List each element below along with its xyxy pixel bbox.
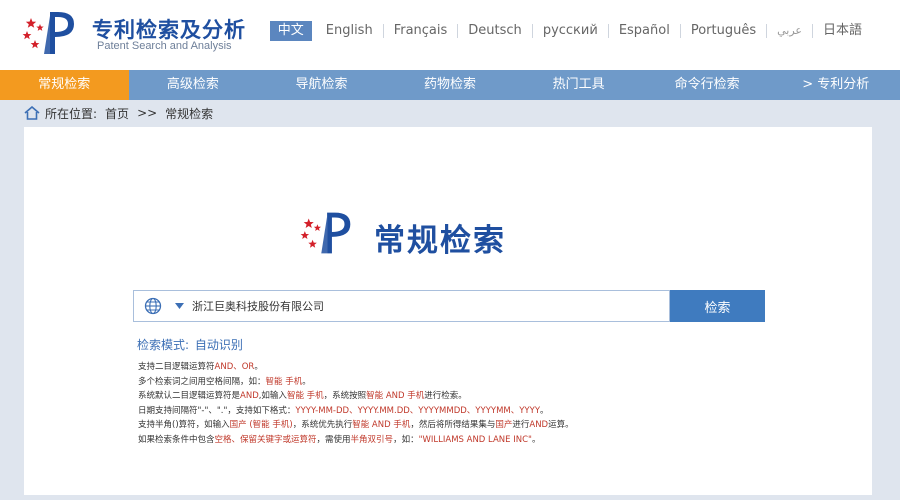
nav-popular-tools[interactable]: 热门工具 <box>514 70 643 100</box>
lang-fr[interactable]: Français <box>384 21 458 41</box>
globe-icon[interactable] <box>134 291 172 321</box>
lang-ru[interactable]: русский <box>533 21 608 41</box>
help-line: 系统默认二目逻辑运算符是AND,如输入智能 手机，系统按照智能 AND 手机进行… <box>138 391 467 401</box>
search-button[interactable]: 检索 <box>670 290 765 322</box>
logo-icon <box>300 212 351 254</box>
breadcrumb-prefix: 所在位置: <box>45 106 98 121</box>
lang-zh[interactable]: 中文 <box>269 21 312 41</box>
help-line: 支持二目逻辑运算符AND、OR。 <box>138 362 263 372</box>
breadcrumb-separator: >> <box>137 106 158 120</box>
main-nav: 常规检索 高级检索 导航检索 药物检索 热门工具 命令行检索 > 专利分析 <box>0 70 900 100</box>
site-subtitle: Patent Search and Analysis <box>97 40 232 52</box>
breadcrumb-home-link[interactable]: 首页 <box>105 105 129 122</box>
help-line: 支持半角()算符，如输入国产 (智能 手机)，系统优先执行智能 AND 手机，然… <box>138 420 574 430</box>
nav-basic-search[interactable]: 常规检索 <box>0 70 129 100</box>
lang-ja[interactable]: 日本語 <box>813 21 872 41</box>
header: 专利检索及分析 Patent Search and Analysis 中文 En… <box>0 0 900 70</box>
lang-en[interactable]: English <box>316 21 383 41</box>
page-title: 常规检索 <box>374 223 506 259</box>
nav-advanced-search[interactable]: 高级检索 <box>129 70 258 100</box>
help-line: 多个检索词之间用空格间隔，如：智能 手机。 <box>138 376 311 387</box>
caret-down-icon[interactable] <box>172 291 186 321</box>
language-switcher: 中文 English Français Deutsch русский Espa… <box>269 21 872 41</box>
breadcrumb: 所在位置: 首页 >> 常规检索 <box>24 104 213 122</box>
breadcrumb-current: 常规检索 <box>165 106 214 121</box>
search-bar: 检索 <box>133 290 765 322</box>
help-line: 日期支持间隔符"-"、"."，支持如下格式：YYYY-MM-DD、YYYY.MM… <box>138 405 549 416</box>
home-icon <box>24 106 40 120</box>
nav-patent-analysis[interactable]: > 专利分析 <box>771 70 900 100</box>
lang-de[interactable]: Deutsch <box>458 21 532 41</box>
lang-es[interactable]: Español <box>609 21 680 41</box>
search-help: 支持二目逻辑运算符AND、OR。 多个检索词之间用空格间隔，如：智能 手机。 系… <box>138 360 778 447</box>
search-mode-label: 检索模式: <box>137 338 190 352</box>
lang-pt[interactable]: Português <box>681 21 766 41</box>
lang-ar[interactable]: عربي <box>767 21 812 41</box>
search-input[interactable] <box>186 292 669 320</box>
nav-drug-search[interactable]: 药物检索 <box>386 70 515 100</box>
nav-navigation-search[interactable]: 导航检索 <box>257 70 386 100</box>
nav-command-line-search[interactable]: 命令行检索 <box>643 70 772 100</box>
search-mode: 检索模式: 自动识别 <box>137 336 243 353</box>
logo-icon[interactable] <box>22 10 84 56</box>
help-line: 如果检索条件中包含空格、保留关键字或运算符，需使用半角双引号，如："WILLIA… <box>138 434 541 445</box>
search-mode-value[interactable]: 自动识别 <box>195 338 243 352</box>
search-box <box>133 290 670 322</box>
